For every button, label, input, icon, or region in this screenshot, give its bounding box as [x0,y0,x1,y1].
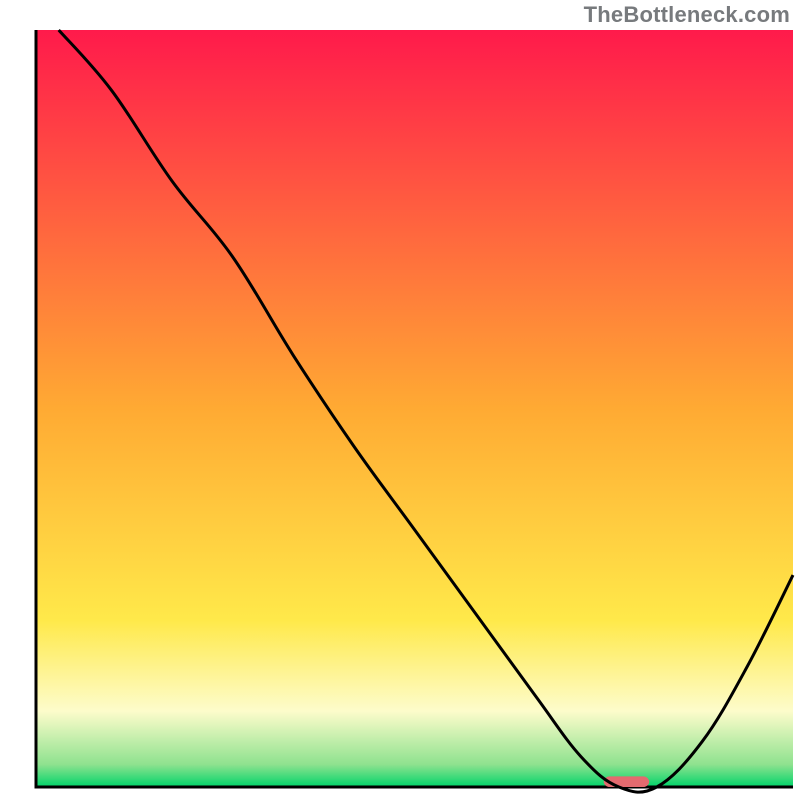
gradient-background [36,30,793,787]
bottleneck-chart: TheBottleneck.com [0,0,800,800]
chart-svg [0,0,800,800]
plot-area [36,30,793,792]
watermark-text: TheBottleneck.com [584,2,790,28]
